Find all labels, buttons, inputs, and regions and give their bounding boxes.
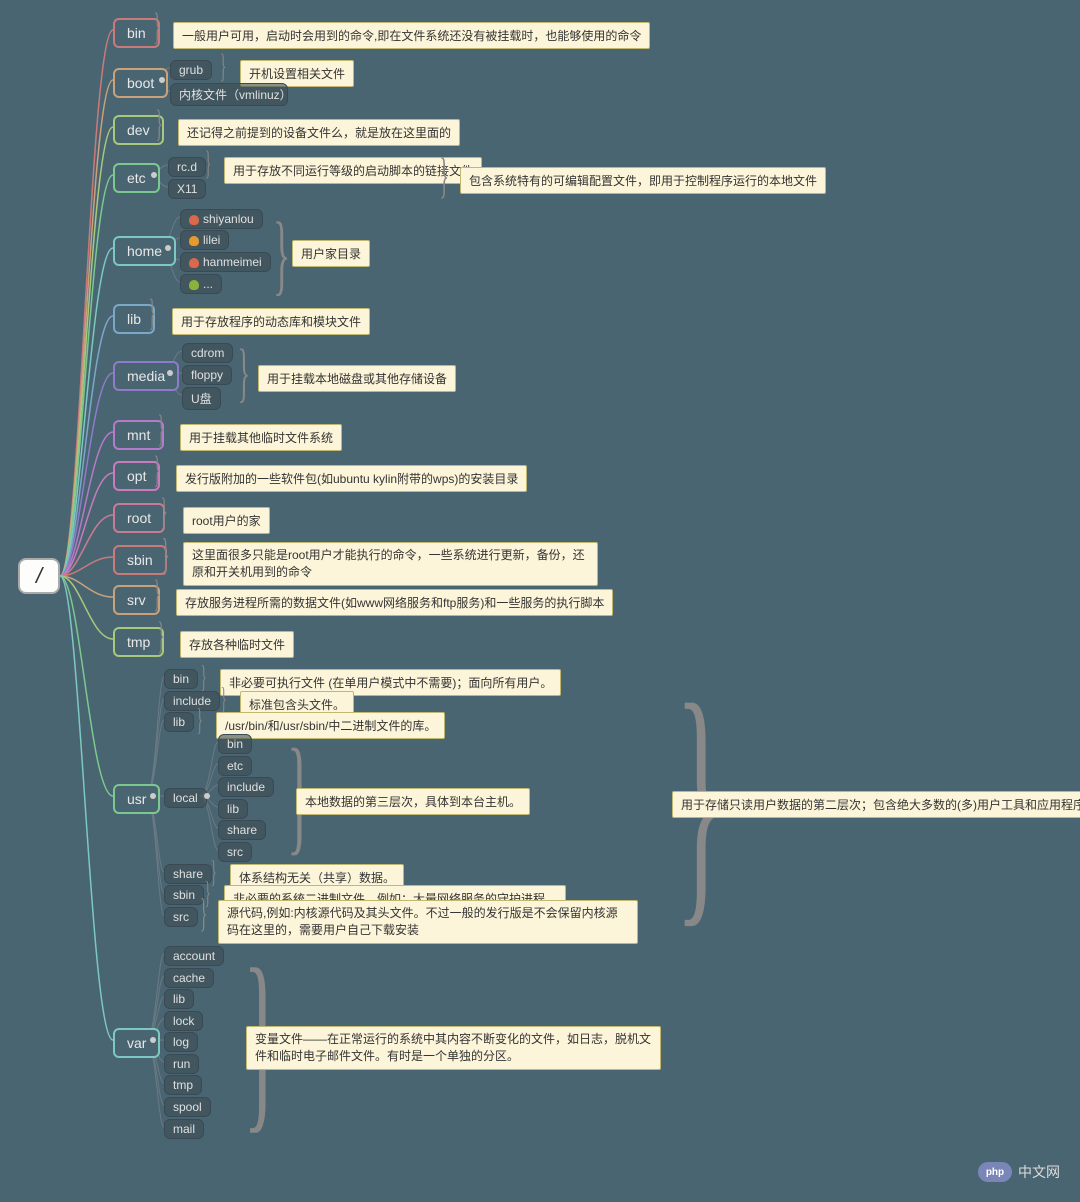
- desc-rootdir: root用户的家: [183, 507, 270, 534]
- usr-local-etc[interactable]: etc: [218, 756, 252, 776]
- home-user-3[interactable]: ...: [180, 274, 222, 294]
- var-lib[interactable]: lib: [164, 989, 194, 1009]
- desc-media: 用于挂载本地磁盘或其他存储设备: [258, 365, 456, 392]
- dir-boot-grub[interactable]: grub: [170, 60, 212, 80]
- dir-boot[interactable]: boot: [113, 68, 168, 98]
- home-user-1[interactable]: lilei: [180, 230, 229, 250]
- var-mail[interactable]: mail: [164, 1119, 204, 1139]
- desc-dev: 还记得之前提到的设备文件么，就是放在这里面的: [178, 119, 460, 146]
- dir-media[interactable]: media: [113, 361, 179, 391]
- media-udisk[interactable]: U盘: [182, 387, 221, 410]
- home-user-0[interactable]: shiyanlou: [180, 209, 263, 229]
- usr-local-src[interactable]: src: [218, 842, 252, 862]
- usr-include[interactable]: include: [164, 691, 220, 711]
- usr-local-bin[interactable]: bin: [218, 734, 252, 754]
- var-cache[interactable]: cache: [164, 968, 214, 988]
- desc-var: 变量文件——在正常运行的系统中其内容不断变化的文件，如日志，脱机文件和临时电子邮…: [246, 1026, 661, 1070]
- dir-rootdir[interactable]: root: [113, 503, 165, 533]
- watermark-logo: php: [978, 1162, 1012, 1182]
- usr-local-include[interactable]: include: [218, 777, 274, 797]
- usr-local-lib[interactable]: lib: [218, 799, 248, 819]
- usr-bin[interactable]: bin: [164, 669, 198, 689]
- var-account[interactable]: account: [164, 946, 224, 966]
- usr-sbin[interactable]: sbin: [164, 885, 204, 905]
- user-label: shiyanlou: [203, 212, 254, 226]
- dir-home[interactable]: home: [113, 236, 176, 266]
- dir-sbin[interactable]: sbin: [113, 545, 167, 575]
- user-label: ...: [203, 277, 213, 291]
- watermark: php 中文网: [978, 1162, 1060, 1182]
- desc-opt: 发行版附加的一些软件包(如ubuntu kylin附带的wps)的安装目录: [176, 465, 527, 492]
- desc-lib: 用于存放程序的动态库和模块文件: [172, 308, 370, 335]
- user-label: hanmeimei: [203, 255, 262, 269]
- dir-boot-kernel[interactable]: 内核文件（vmlinuz）: [170, 83, 288, 106]
- user-label: lilei: [203, 233, 220, 247]
- desc-usr-local: 本地数据的第三层次，具体到本台主机。: [296, 788, 530, 815]
- var-tmp[interactable]: tmp: [164, 1075, 202, 1095]
- var-lock[interactable]: lock: [164, 1011, 203, 1031]
- dir-usr[interactable]: usr: [113, 784, 160, 814]
- usr-local[interactable]: local: [164, 788, 207, 808]
- usr-local-share[interactable]: share: [218, 820, 266, 840]
- desc-sbin: 这里面很多只能是root用户才能执行的命令，一些系统进行更新，备份，还原和开关机…: [183, 542, 598, 586]
- usr-src[interactable]: src: [164, 907, 198, 927]
- desc-usr: 用于存储只读用户数据的第二层次；包含绝大多数的(多)用户工具和应用程序: [672, 791, 1080, 818]
- media-cdrom[interactable]: cdrom: [182, 343, 233, 363]
- desc-tmp: 存放各种临时文件: [180, 631, 294, 658]
- desc-etc: 包含系统特有的可编辑配置文件，即用于控制程序运行的本地文件: [460, 167, 826, 194]
- media-floppy[interactable]: floppy: [182, 365, 232, 385]
- watermark-text: 中文网: [1018, 1162, 1060, 1182]
- usr-lib[interactable]: lib: [164, 712, 194, 732]
- dir-etc-x11[interactable]: X11: [168, 179, 206, 199]
- var-spool[interactable]: spool: [164, 1097, 211, 1117]
- var-log[interactable]: log: [164, 1032, 198, 1052]
- dir-var[interactable]: var: [113, 1028, 160, 1058]
- dir-etc[interactable]: etc: [113, 163, 160, 193]
- desc-bin: 一般用户可用，启动时会用到的命令,即在文件系统还没有被挂载时，也能够使用的命令: [173, 22, 650, 49]
- var-run[interactable]: run: [164, 1054, 199, 1074]
- desc-srv: 存放服务进程所需的数据文件(如www网络服务和ftp服务)和一些服务的执行脚本: [176, 589, 613, 616]
- desc-mnt: 用于挂载其他临时文件系统: [180, 424, 342, 451]
- root-node[interactable]: /: [18, 558, 60, 594]
- desc-home: 用户家目录: [292, 240, 370, 267]
- home-user-2[interactable]: hanmeimei: [180, 252, 271, 272]
- dir-etc-rcd[interactable]: rc.d: [168, 157, 206, 177]
